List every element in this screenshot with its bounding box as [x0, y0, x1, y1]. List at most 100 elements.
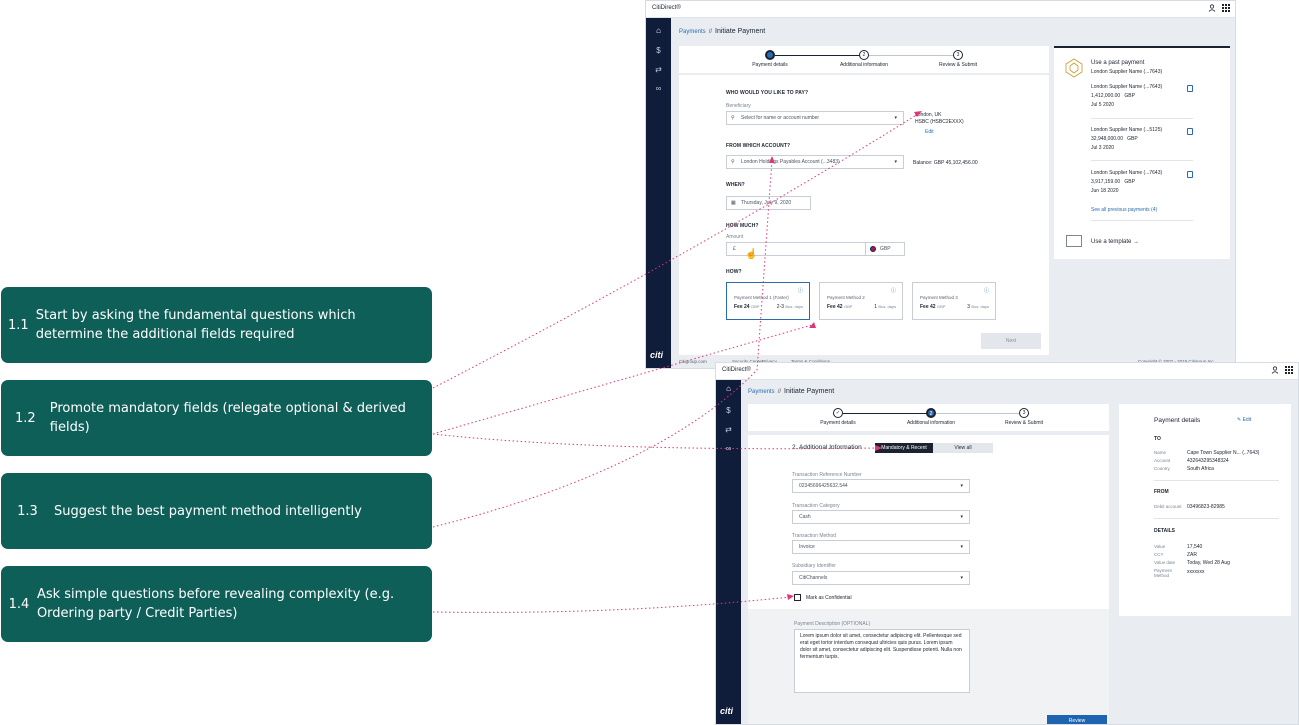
copy-icon[interactable] [1187, 128, 1193, 135]
subsidiary-identifier-select[interactable]: CitiChannels ▾ [792, 571, 970, 585]
beneficiary-city: London, UK [915, 112, 942, 118]
cursor-hand-icon: ☝ [745, 249, 758, 260]
debit-account-value: 03496823-82985 [1187, 504, 1225, 510]
account-select[interactable]: ⚲ London Holdings Payables Account (...3… [726, 155, 904, 169]
to-country-key: Country [1154, 466, 1170, 471]
payment-method-3[interactable]: ⓘ Payment Method 3 Fee 42 GBP 3 Bus. day… [912, 282, 996, 320]
confidential-label: Mark as Confidential [806, 595, 852, 601]
transaction-method-select[interactable]: Invoice ▾ [792, 540, 970, 554]
arrow-right-icon: → [1133, 239, 1140, 245]
see-all-payments-link[interactable]: See all previous payments (4) [1091, 207, 1157, 213]
value-date-value: Today, Wed 28 Aug [1187, 560, 1230, 566]
chevron-down-icon: ▾ [894, 159, 897, 165]
value-value: 17,540 [1187, 544, 1203, 550]
pencil-icon: ✎ [1237, 417, 1242, 423]
side-rail: ⌂ $ ⇄ ∞ citi [646, 18, 671, 368]
payment-method-1[interactable]: ⓘ Payment Method 1 (Faster) Fee 24 GBP 2… [726, 282, 810, 320]
field-label: Transaction Category [792, 503, 840, 509]
app-brand: CitiDirect® [652, 5, 681, 11]
payment-method-2[interactable]: ⓘ Payment Method 2 Fee 42 GBP 1 Bus. day… [819, 282, 903, 320]
past-item-name[interactable]: London Supplier Name (...7643) [1091, 170, 1162, 176]
currency-select[interactable]: GBP [865, 242, 905, 256]
callout-1-1: 1.1 Start by asking the fundamental ques… [1, 287, 432, 363]
question-how-much: HOW MUCH? [726, 223, 759, 229]
past-item-name[interactable]: London Supplier Name (...7643) [1091, 84, 1162, 90]
to-heading: TO [1154, 436, 1161, 442]
question-who: WHO WOULD YOU LIKE TO PAY? [726, 90, 809, 96]
user-icon[interactable] [1207, 4, 1216, 13]
search-icon: ⚲ [731, 159, 735, 165]
field-label: Transaction Method [792, 533, 837, 539]
from-heading: FROM [1154, 489, 1169, 495]
top-bar: CitiDirect® [646, 1, 1235, 18]
description-label: Payment Description (OPTIONAL) [794, 621, 871, 627]
view-all-toggle[interactable]: View all [933, 443, 993, 453]
question-from: FROM WHICH ACCOUNT? [726, 143, 791, 149]
callout-text: Suggest the best payment method intellig… [54, 503, 362, 519]
breadcrumb: Payments//Initiate Payment [748, 388, 835, 395]
apps-grid-icon[interactable] [1221, 4, 1230, 13]
copy-icon[interactable] [1187, 85, 1193, 92]
review-button[interactable]: Review [1047, 715, 1107, 724]
section-title: 2. Additional Information [792, 444, 862, 451]
mandatory-recent-toggle[interactable]: Mandatory & Recent [875, 443, 933, 453]
home-icon[interactable]: ⌂ [646, 26, 671, 35]
dollar-icon[interactable]: $ [646, 46, 671, 55]
step-3-label: Review & Submit [938, 62, 978, 68]
payment-details-panel: Payment details ✎ Edit TO Name Cape Town… [1119, 404, 1291, 616]
top-bar: CitiDirect® [716, 363, 1298, 380]
breadcrumb: Payments//Initiate Payment [679, 28, 766, 35]
beneficiary-label: Beneficiary [726, 103, 751, 109]
info-icon: ⓘ [890, 288, 896, 294]
step-1-indicator: 1 [765, 50, 775, 60]
value-key: Value [1154, 544, 1166, 549]
callout-1-3: 1.3 Suggest the best payment method inte… [1, 473, 432, 549]
beneficiary-search-field[interactable]: ⚲ Select for name or account number ▾ [726, 111, 904, 125]
past-item-amount: 3,917,159.00 GBP [1091, 179, 1135, 185]
past-item-name[interactable]: London Supplier Name (...5125) [1091, 127, 1162, 133]
ccy-value: ZAR [1187, 552, 1197, 558]
chevron-down-icon: ▾ [960, 514, 963, 520]
use-template-link[interactable]: Use a template → [1091, 239, 1139, 245]
details-title: Payment details [1154, 417, 1201, 424]
dollar-icon[interactable]: $ [716, 406, 741, 415]
breadcrumb-payments[interactable]: Payments [679, 29, 706, 35]
past-item-date: Jul 3 2020 [1091, 145, 1115, 151]
past-payments-illustration-icon [1065, 58, 1083, 83]
transfer-icon[interactable]: ⇄ [646, 65, 671, 74]
past-payments-subtitle: London Supplier Name (...7643) [1091, 69, 1163, 75]
payment-form: WHO WOULD YOU LIKE TO PAY? Beneficiary ⚲… [679, 75, 1049, 355]
next-button[interactable]: Next [981, 333, 1041, 349]
step-2-label: Additional information [906, 420, 956, 426]
to-name-key: Name [1154, 450, 1167, 455]
callout-text: Ask simple questions before revealing co… [36, 587, 395, 621]
confidential-checkbox[interactable] [794, 594, 801, 601]
link-icon[interactable]: ∞ [716, 444, 741, 453]
link-icon[interactable]: ∞ [646, 84, 671, 93]
user-icon[interactable] [1270, 366, 1279, 375]
transfer-icon[interactable]: ⇄ [716, 425, 741, 434]
amount-label: Amount [726, 234, 744, 240]
page-title: Initiate Payment [715, 28, 766, 35]
calendar-icon: ▦ [731, 200, 736, 206]
edit-beneficiary-link[interactable]: Edit [925, 129, 934, 135]
screen-additional-info: CitiDirect® ⌂ $ ⇄ ∞ citi Payments//Initi… [715, 362, 1299, 725]
callout-number: 1.4 [8, 596, 30, 612]
callout-text: Start by asking the fundamental question… [35, 308, 356, 342]
past-payments-panel: Use a past payment London Supplier Name … [1054, 46, 1230, 259]
breadcrumb-payments[interactable]: Payments [748, 389, 775, 395]
transaction-reference-select[interactable]: 02345696425632.544 ▾ [792, 479, 970, 493]
edit-details-link[interactable]: ✎ Edit [1237, 417, 1251, 423]
callout-number: 1.1 [8, 317, 29, 333]
description-textarea[interactable]: Lorem ipsum dolor sit amet, consectetur … [794, 629, 970, 693]
apps-grid-icon[interactable] [1284, 366, 1293, 375]
template-icon [1066, 235, 1082, 247]
screen-payment-details: CitiDirect® ⌂ $ ⇄ ∞ citi Payments//Initi… [645, 0, 1236, 369]
citi-logo: citi [720, 706, 734, 716]
transaction-category-select[interactable]: Cash ▾ [792, 510, 970, 524]
chevron-down-icon: ▾ [894, 115, 897, 121]
copy-icon[interactable] [1187, 171, 1193, 178]
home-icon[interactable]: ⌂ [716, 384, 741, 393]
date-field[interactable]: ▦ Thursday, July 9, 2020 [726, 196, 811, 210]
footer-citigroup-link[interactable]: Citigroup.com [679, 359, 707, 364]
